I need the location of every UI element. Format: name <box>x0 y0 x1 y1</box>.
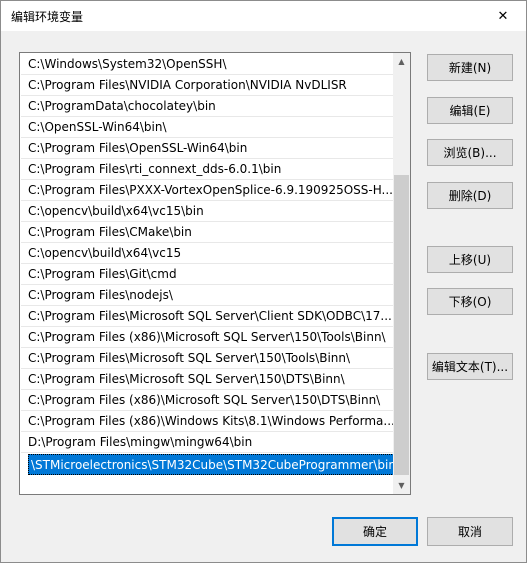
path-list-item[interactable]: C:\Windows\System32\OpenSSH\ <box>21 54 394 75</box>
cancel-button-label: 取消 <box>457 525 482 539</box>
scroll-up-arrow-icon[interactable]: ▲ <box>393 53 410 70</box>
close-button[interactable]: ✕ <box>480 1 526 31</box>
path-list-item[interactable]: C:\Program Files\NVIDIA Corporation\NVID… <box>21 75 394 96</box>
edit-text-button-label: 编辑文本(T)... <box>431 360 509 374</box>
path-list-item[interactable]: C:\opencv\build\x64\vc15 <box>21 243 394 264</box>
move-down-button[interactable]: 下移(O) <box>427 288 513 315</box>
ok-button-label: 确定 <box>362 525 387 539</box>
path-list[interactable]: C:\Windows\System32\OpenSSH\ C:\Program F… <box>19 52 411 495</box>
delete-button-label: 删除(D) <box>448 189 492 203</box>
path-list-item[interactable]: C:\Program Files (x86)\Microsoft SQL Ser… <box>21 327 394 348</box>
path-list-item[interactable]: C:\Program Files\CMake\bin <box>21 222 394 243</box>
edit-button-label: 编辑(E) <box>449 104 491 118</box>
delete-button[interactable]: 删除(D) <box>427 182 513 209</box>
move-up-button[interactable]: 上移(U) <box>427 246 513 273</box>
browse-button[interactable]: 浏览(B)... <box>427 139 513 166</box>
path-list-item[interactable]: C:\Program Files\nodejs\ <box>21 285 394 306</box>
move-down-button-label: 下移(O) <box>448 295 492 309</box>
move-up-button-label: 上移(U) <box>448 253 492 267</box>
path-list-item[interactable]: C:\Program Files\OpenSSL-Win64\bin <box>21 138 394 159</box>
path-list-item[interactable]: C:\Program Files\Microsoft SQL Server\15… <box>21 348 394 369</box>
browse-button-label: 浏览(B)... <box>443 146 497 160</box>
path-list-item[interactable]: C:\Program Files (x86)\Windows Kits\8.1\… <box>21 411 394 432</box>
edit-environment-variable-dialog: 编辑环境变量 ✕ C:\Windows\System32\OpenSSH\ C:\… <box>0 0 527 563</box>
title-bar: 编辑环境变量 ✕ <box>1 1 526 31</box>
scroll-thumb[interactable] <box>394 175 409 475</box>
ok-button[interactable]: 确定 <box>332 517 418 546</box>
close-icon: ✕ <box>497 8 509 24</box>
path-list-item[interactable]: C:\Program Files\rti_connext_dds-6.0.1\b… <box>21 159 394 180</box>
path-list-item[interactable]: C:\OpenSSL-Win64\bin\ <box>21 117 394 138</box>
edit-text-button[interactable]: 编辑文本(T)... <box>427 353 513 380</box>
path-list-item[interactable]: C:\opencv\build\x64\vc15\bin <box>21 201 394 222</box>
path-list-item[interactable]: C:\ProgramData\chocolatey\bin <box>21 96 394 117</box>
path-list-item[interactable]: D:\Program Files\mingw\mingw64\bin <box>21 432 394 453</box>
path-list-item[interactable]: C:\Program Files\PXXX-VortexOpenSplice-6… <box>21 180 394 201</box>
path-list-item[interactable]: C:\Program Files\Microsoft SQL Server\15… <box>21 369 394 390</box>
scroll-down-arrow-icon[interactable]: ▼ <box>393 477 410 494</box>
vertical-scrollbar[interactable]: ▲ ▼ <box>393 53 410 494</box>
dialog-title: 编辑环境变量 <box>11 10 84 24</box>
path-list-item-editing[interactable]: \STMicroelectronics\STM32Cube\STM32CubeP… <box>28 454 394 475</box>
new-button[interactable]: 新建(N) <box>427 54 513 81</box>
path-list-item[interactable]: C:\Program Files\Microsoft SQL Server\Cl… <box>21 306 394 327</box>
edit-button[interactable]: 编辑(E) <box>427 97 513 124</box>
new-button-label: 新建(N) <box>448 61 492 75</box>
path-list-items: C:\Windows\System32\OpenSSH\ C:\Program F… <box>21 54 394 475</box>
cancel-button[interactable]: 取消 <box>427 517 513 546</box>
path-list-item[interactable]: C:\Program Files\Git\cmd <box>21 264 394 285</box>
path-list-item[interactable]: C:\Program Files (x86)\Microsoft SQL Ser… <box>21 390 394 411</box>
